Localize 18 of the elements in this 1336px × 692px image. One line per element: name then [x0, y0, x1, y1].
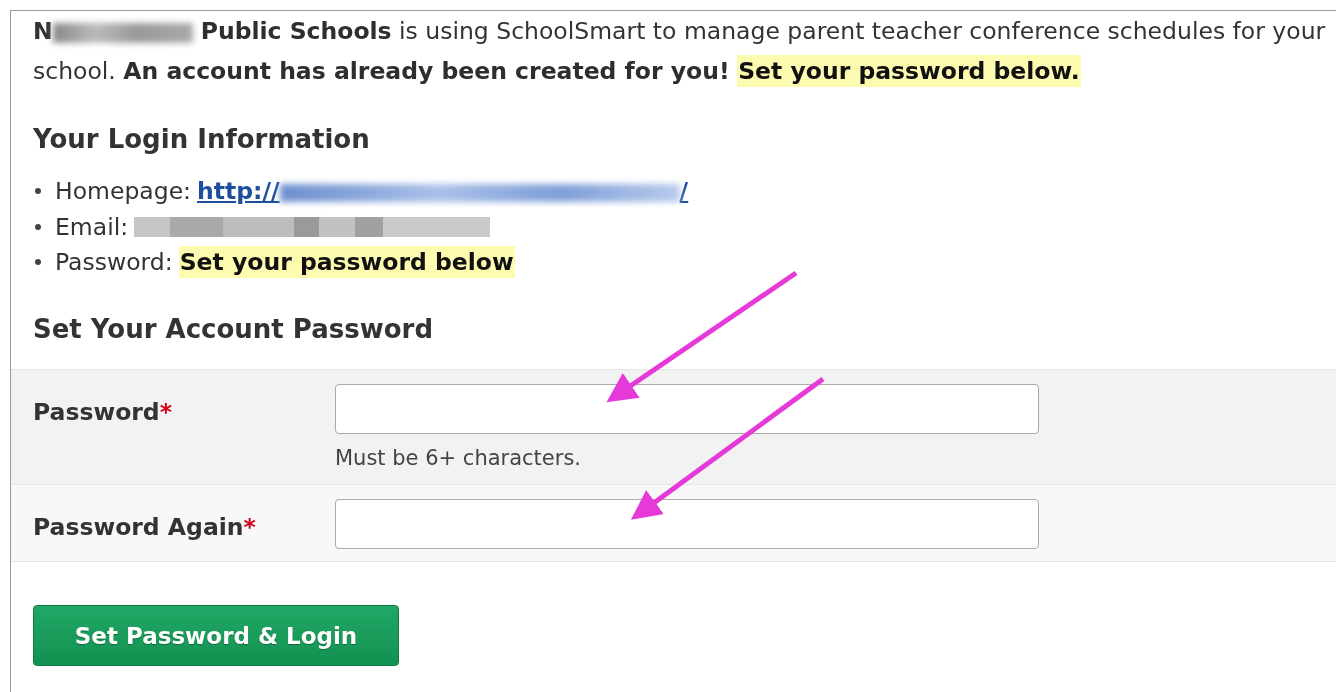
field-hint: Must be 6+ characters. [335, 446, 581, 470]
bullet-icon [35, 224, 41, 230]
info-label: Email: [55, 213, 129, 241]
info-label: Password: [55, 248, 173, 276]
intro-text: N Public Schools is using SchoolSmart to manage parent teacher conference schedules for your school. An account has already been created for you! Set your password below. [33, 16, 1327, 89]
required-mark: * [243, 513, 256, 541]
bullet-icon [35, 188, 41, 194]
section-heading: Your Login Information [33, 123, 371, 156]
bullet-icon [35, 259, 41, 265]
field-label: Password [33, 398, 160, 426]
highlighted-text: Set your password below [178, 246, 515, 278]
password-field[interactable] [335, 384, 1039, 434]
set-password-button[interactable]: Set Password & Login [33, 605, 399, 666]
required-mark: * [159, 398, 172, 426]
info-label: Homepage: [55, 177, 191, 205]
field-label: Password Again [33, 513, 244, 541]
password-field[interactable] [335, 499, 1039, 549]
section-heading: Set Your Account Password [33, 313, 434, 346]
